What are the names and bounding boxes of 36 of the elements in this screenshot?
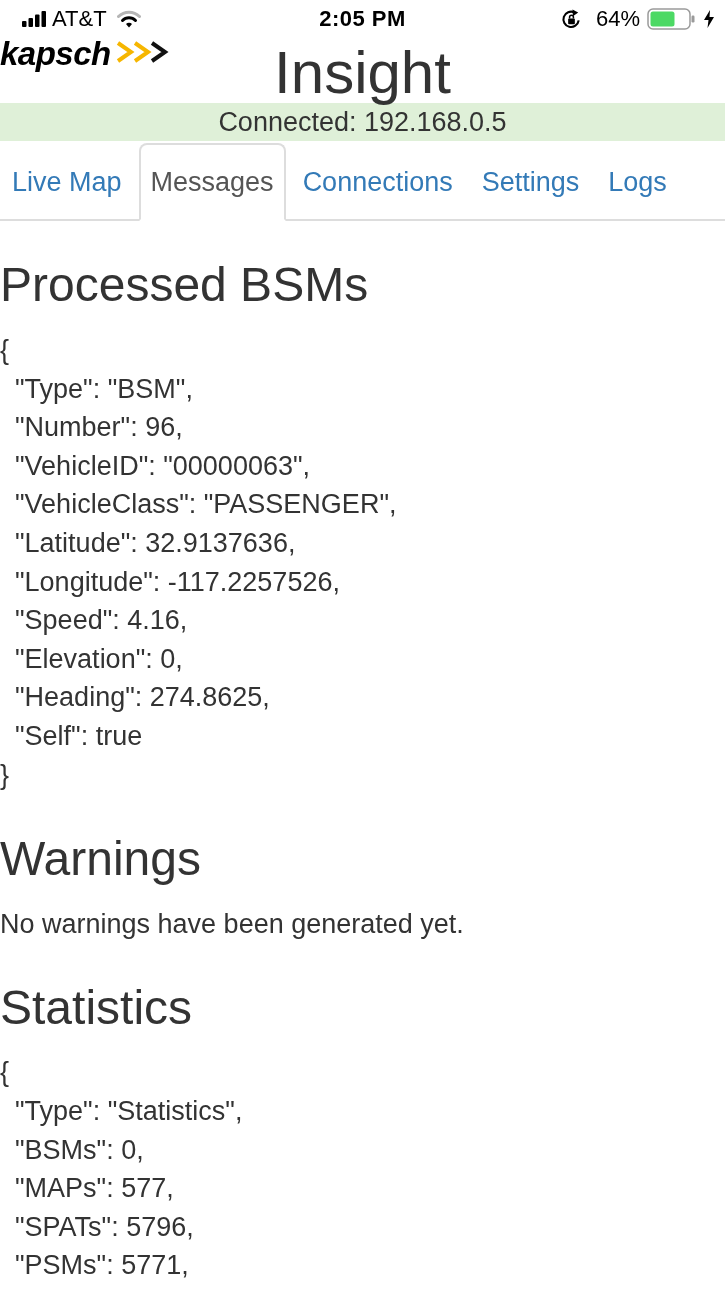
code-line: "MAPs": 577, xyxy=(14,1172,174,1206)
tab[interactable]: Settings xyxy=(469,143,592,221)
code-line: "VehicleID": "00000063", xyxy=(14,449,311,483)
code-line: "Latitude": 32.9137636, xyxy=(14,526,296,560)
code-line: "Number": 96, xyxy=(14,411,183,445)
section-heading: Processed BSMs xyxy=(0,259,370,312)
carrier-name: AT&T xyxy=(52,6,107,32)
code-line: } xyxy=(0,758,10,792)
code-line: "Type": "Statistics", xyxy=(14,1095,243,1129)
code-line: "Self": true xyxy=(14,719,143,753)
wifi-icon xyxy=(116,10,141,28)
section-heading: Warnings xyxy=(0,832,202,886)
code-line: "Elevation": 0, xyxy=(14,642,183,676)
signal-icon xyxy=(22,11,46,27)
battery-percent: 64% xyxy=(595,6,640,32)
code-line: "BSMs": 0, xyxy=(14,1133,144,1167)
tab[interactable]: Messages xyxy=(138,143,286,221)
status-time: 2:05 PM xyxy=(319,6,406,32)
charging-bolt-icon xyxy=(704,10,714,28)
tab[interactable]: Connections xyxy=(290,143,465,221)
section-heading: Statistics xyxy=(0,981,194,1035)
app-title: Insight xyxy=(274,43,451,103)
code-line: "SPATs": 5796, xyxy=(14,1210,194,1244)
message-text: No warnings have been generated yet. xyxy=(0,907,465,941)
code-line: "Type": "BSM", xyxy=(14,372,193,406)
code-line: "VehicleClass": "PASSENGER", xyxy=(14,488,397,522)
code-line: { xyxy=(0,334,10,367)
chevrons-icon xyxy=(114,41,169,63)
code-line: { xyxy=(0,1056,10,1090)
battery-icon xyxy=(647,8,695,30)
tab[interactable]: Logs xyxy=(596,143,679,221)
code-line: "Speed": 4.16, xyxy=(14,604,188,638)
tab[interactable]: Live Map xyxy=(0,143,134,221)
code-line: "Longitude": -117.2257526, xyxy=(14,565,340,599)
code-line: "PSMs": 5771, xyxy=(14,1249,189,1283)
code-line: "Heading": 274.8625, xyxy=(14,681,270,715)
